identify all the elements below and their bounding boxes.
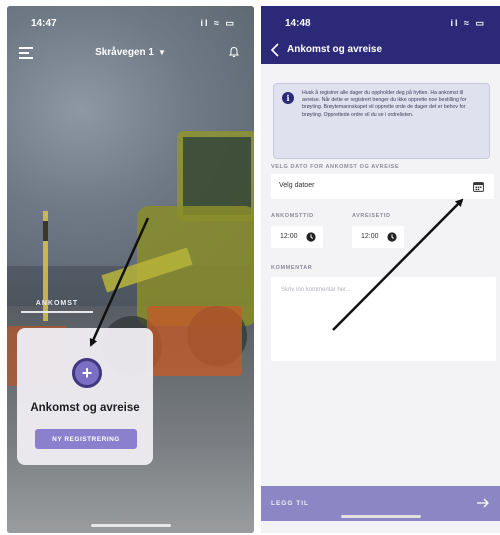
comment-label: KOMMENTAR [271, 265, 313, 271]
info-text: Husk å registrer alle dager du oppholder… [302, 90, 467, 118]
clock-icon [387, 232, 397, 242]
chevron-down-icon: ▼ [158, 48, 166, 57]
top-bar: Skråvegen 1 ▼ [7, 44, 254, 64]
home-screen: 14:47 il ≈ ▭ Skråvegen 1 ▼ ANKOMST + Anko… [7, 6, 254, 533]
location-selector[interactable]: Skråvegen 1 ▼ [7, 47, 254, 58]
arrow-right-icon [477, 498, 489, 508]
comment-textarea[interactable]: Skriv inn kommentar her... [271, 277, 496, 361]
screenshot-composite: 14:47 il ≈ ▭ Skråvegen 1 ▼ ANKOMST + Anko… [0, 0, 500, 535]
status-bar: 14:47 il ≈ ▭ [31, 18, 236, 32]
page-title: Ankomst og avreise [287, 44, 383, 55]
tab-active-indicator [21, 311, 93, 313]
bell-icon[interactable] [228, 46, 240, 58]
date-placeholder: Velg datoer [279, 182, 315, 189]
date-picker-field[interactable]: Velg datoer [271, 174, 494, 199]
add-button[interactable]: LEGG TIL [261, 486, 500, 521]
add-symbol: + [81, 363, 93, 383]
arrival-departure-card: + Ankomst og avreise NY REGISTRERING [17, 328, 153, 465]
tab-arrival[interactable]: ANKOMST [21, 300, 93, 307]
status-time: 14:47 [31, 18, 57, 29]
back-icon[interactable] [269, 42, 283, 58]
plus-icon[interactable]: + [72, 358, 102, 388]
clock-icon [306, 232, 316, 242]
home-indicator [341, 515, 421, 518]
info-box: i Husk å registrer alle dager du opphold… [273, 83, 490, 159]
card-title: Ankomst og avreise [30, 402, 140, 414]
departure-time-value: 12:00 [361, 233, 379, 240]
date-section-label: VELG DATO FOR ANKOMST OG AVREISE [271, 164, 400, 170]
status-icons: il ≈ ▭ [200, 18, 236, 28]
home-indicator [91, 524, 171, 527]
registration-screen: 14:48 il ≈ ▭ Ankomst og avreise i Husk å… [261, 6, 500, 533]
departure-time-field[interactable]: 12:00 [352, 226, 404, 248]
status-bar: 14:48 il ≈ ▭ [285, 18, 486, 32]
new-registration-button[interactable]: NY REGISTRERING [35, 429, 137, 449]
header: 14:48 il ≈ ▭ Ankomst og avreise [261, 6, 500, 64]
background-plow-blade [147, 306, 242, 376]
arrival-time-field[interactable]: 12:00 [271, 226, 323, 248]
status-time: 14:48 [285, 18, 311, 29]
add-button-label: LEGG TIL [271, 500, 309, 507]
departure-time-label: AVREISETID [352, 213, 391, 219]
background-snow-pole-band [43, 221, 48, 241]
comment-placeholder: Skriv inn kommentar her... [281, 287, 351, 293]
location-title: Skråvegen 1 [95, 47, 154, 58]
arrival-time-value: 12:00 [280, 233, 298, 240]
calendar-icon[interactable] [473, 181, 484, 192]
arrival-time-label: ANKOMSTTID [271, 213, 314, 219]
status-icons: il ≈ ▭ [450, 18, 486, 28]
info-icon: i [282, 92, 294, 104]
